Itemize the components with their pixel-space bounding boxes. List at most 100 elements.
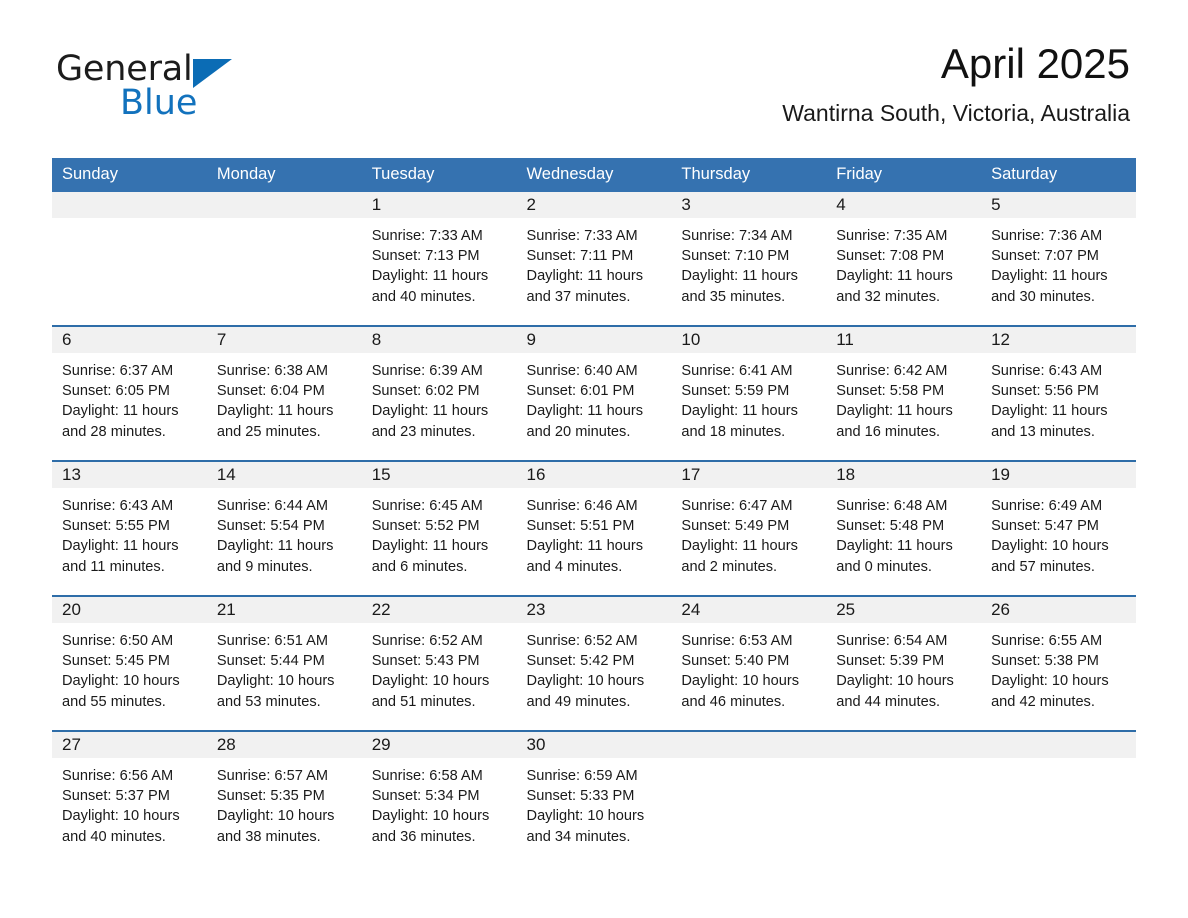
calendar-day-cell[interactable]: 16 Sunrise: 6:46 AM Sunset: 5:51 PM Dayligh… (516, 460, 672, 596)
sunrise-text: Sunrise: 7:35 AM (836, 228, 948, 244)
sunset-text: Sunset: 5:51 PM (526, 518, 635, 535)
day-details: Sunrise: 6:48 AM Sunset: 5:48 PM Daylight:… (826, 488, 981, 577)
calendar-day-cell[interactable]: 4 Sunrise: 7:35 AM Sunset: 7:08 PM Daylight… (826, 192, 982, 326)
sunrise-text: Sunrise: 6:59 AM (526, 768, 638, 784)
daylight-text-line1: Daylight: 10 hours (526, 808, 645, 825)
calendar-day-cell[interactable]: 13 Sunrise: 6:43 AM Sunset: 5:55 PM Dayligh… (52, 460, 207, 596)
calendar-day-cell[interactable]: 27 Sunrise: 6:56 AM Sunset: 5:37 PM Dayligh… (52, 730, 207, 865)
day-cell-inner: 8 Sunrise: 6:39 AM Sunset: 6:02 PM Daylight… (361, 327, 517, 460)
daylight-text-line1: Daylight: 10 hours (681, 673, 800, 690)
weekday-header-saturday: Saturday (981, 158, 1136, 192)
day-details: Sunrise: 6:59 AM Sunset: 5:33 PM Daylight:… (517, 758, 672, 847)
calendar-day-cell[interactable]: 10 Sunrise: 6:41 AM Sunset: 5:59 PM Dayligh… (671, 325, 827, 461)
calendar-table: Sunday Monday Tuesday Wednesday Thursday… (52, 158, 1136, 865)
day-cell-inner (206, 192, 362, 325)
calendar-day-cell[interactable]: 1 Sunrise: 7:33 AM Sunset: 7:13 PM Daylight… (361, 192, 517, 326)
sunset-text: Sunset: 5:55 PM (62, 518, 170, 535)
calendar-day-cell[interactable]: 8 Sunrise: 6:39 AM Sunset: 6:02 PM Daylight… (361, 325, 517, 461)
calendar-day-cell[interactable]: 30 Sunrise: 6:59 AM Sunset: 5:33 PM Dayligh… (516, 730, 672, 865)
daylight-text-line1: Daylight: 11 hours (836, 538, 953, 555)
calendar-day-cell[interactable]: 6 Sunrise: 6:37 AM Sunset: 6:05 PM Daylight… (52, 325, 207, 461)
calendar-day-cell[interactable]: 22 Sunrise: 6:52 AM Sunset: 5:43 PM Dayligh… (361, 595, 517, 731)
calendar-day-cell[interactable]: 2 Sunrise: 7:33 AM Sunset: 7:11 PM Daylight… (516, 192, 672, 326)
weekday-header-tuesday: Tuesday (361, 158, 517, 192)
calendar-day-cell[interactable]: 28 Sunrise: 6:57 AM Sunset: 5:35 PM Dayligh… (206, 730, 362, 865)
day-number: 23 (516, 597, 672, 623)
day-details: Sunrise: 7:36 AM Sunset: 7:07 PM Daylight:… (981, 218, 1136, 307)
daylight-text-line2: and 55 minutes. (62, 693, 166, 710)
calendar-week-row: 13 Sunrise: 6:43 AM Sunset: 5:55 PM Dayligh… (52, 460, 1136, 596)
day-details: Sunrise: 6:41 AM Sunset: 5:59 PM Daylight:… (671, 353, 826, 442)
daylight-text-line1: Daylight: 10 hours (62, 808, 180, 825)
day-cell-inner: 19 Sunrise: 6:49 AM Sunset: 5:47 PM Dayligh… (981, 462, 1136, 595)
logo-triangle-icon (192, 59, 232, 88)
daylight-text-line2: and 35 minutes. (681, 288, 786, 305)
calendar-day-cell[interactable]: 17 Sunrise: 6:47 AM Sunset: 5:49 PM Dayligh… (671, 460, 827, 596)
sunset-text: Sunset: 6:01 PM (526, 383, 635, 400)
daylight-text-line1: Daylight: 11 hours (681, 403, 798, 420)
weekday-header-friday: Friday (826, 158, 982, 192)
logo-line-general: General (56, 52, 316, 90)
daylight-text-line2: and 40 minutes. (62, 828, 166, 845)
calendar-day-cell[interactable]: 5 Sunrise: 7:36 AM Sunset: 7:07 PM Daylight… (981, 192, 1136, 326)
day-details: Sunrise: 7:33 AM Sunset: 7:13 PM Daylight:… (362, 218, 517, 307)
day-cell-inner: 25 Sunrise: 6:54 AM Sunset: 5:39 PM Dayligh… (826, 597, 982, 730)
day-number: 14 (206, 462, 362, 488)
calendar-day-cell[interactable]: 3 Sunrise: 7:34 AM Sunset: 7:10 PM Daylight… (671, 192, 827, 326)
daylight-text-line1: Daylight: 10 hours (371, 808, 490, 825)
calendar-page: General Blue April 2025 Wantirna South, … (0, 0, 1188, 918)
calendar-day-cell[interactable]: 21 Sunrise: 6:51 AM Sunset: 5:44 PM Dayligh… (206, 595, 362, 731)
day-cell-inner: 9 Sunrise: 6:40 AM Sunset: 6:01 PM Daylight… (516, 327, 672, 460)
daylight-text-line2: and 18 minutes. (681, 423, 786, 440)
day-number: 15 (361, 462, 517, 488)
daylight-text-line1: Daylight: 10 hours (991, 673, 1109, 690)
calendar-day-cell[interactable]: 15 Sunrise: 6:45 AM Sunset: 5:52 PM Dayligh… (361, 460, 517, 596)
sunset-text: Sunset: 7:13 PM (371, 248, 480, 265)
day-cell-inner: 21 Sunrise: 6:51 AM Sunset: 5:44 PM Dayligh… (206, 597, 362, 730)
page-title: April 2025 (940, 40, 1130, 87)
calendar-day-cell[interactable]: 23 Sunrise: 6:52 AM Sunset: 5:42 PM Dayligh… (516, 595, 672, 731)
sunset-text: Sunset: 5:54 PM (216, 518, 325, 535)
day-cell-inner: 3 Sunrise: 7:34 AM Sunset: 7:10 PM Daylight… (671, 192, 827, 325)
calendar-day-cell[interactable]: 25 Sunrise: 6:54 AM Sunset: 5:39 PM Dayligh… (826, 595, 982, 731)
day-details: Sunrise: 6:45 AM Sunset: 5:52 PM Daylight:… (362, 488, 517, 577)
calendar-day-cell[interactable]: 7 Sunrise: 6:38 AM Sunset: 6:04 PM Daylight… (206, 325, 362, 461)
daylight-text-line2: and 13 minutes. (991, 423, 1095, 440)
day-number: 8 (361, 327, 517, 353)
calendar-day-cell[interactable]: 26 Sunrise: 6:55 AM Sunset: 5:38 PM Dayligh… (981, 595, 1136, 731)
calendar-day-cell[interactable]: 11 Sunrise: 6:42 AM Sunset: 5:58 PM Dayligh… (826, 325, 982, 461)
day-cell-inner: 17 Sunrise: 6:47 AM Sunset: 5:49 PM Dayligh… (671, 462, 827, 595)
calendar-day-cell[interactable]: 29 Sunrise: 6:58 AM Sunset: 5:34 PM Dayligh… (361, 730, 517, 865)
calendar-day-cell[interactable]: 20 Sunrise: 6:50 AM Sunset: 5:45 PM Dayligh… (52, 595, 207, 731)
calendar-day-cell[interactable]: 19 Sunrise: 6:49 AM Sunset: 5:47 PM Dayligh… (981, 460, 1136, 596)
day-cell-inner: 26 Sunrise: 6:55 AM Sunset: 5:38 PM Dayligh… (981, 597, 1136, 730)
day-cell-inner: 15 Sunrise: 6:45 AM Sunset: 5:52 PM Dayligh… (361, 462, 517, 595)
sunrise-text: Sunrise: 6:52 AM (371, 633, 483, 649)
daylight-text-line2: and 36 minutes. (371, 828, 476, 845)
daylight-text-line2: and 32 minutes. (836, 288, 941, 305)
sunrise-text: Sunrise: 7:33 AM (526, 228, 638, 244)
day-details: Sunrise: 6:37 AM Sunset: 6:05 PM Daylight:… (52, 353, 207, 442)
sunset-text: Sunset: 7:11 PM (526, 248, 634, 265)
day-number: 25 (826, 597, 982, 623)
sunset-text: Sunset: 6:04 PM (216, 383, 325, 400)
day-cell-inner: 7 Sunrise: 6:38 AM Sunset: 6:04 PM Daylight… (206, 327, 362, 460)
day-number: 11 (826, 327, 982, 353)
day-details: Sunrise: 6:51 AM Sunset: 5:44 PM Daylight:… (207, 623, 362, 712)
calendar-day-cell[interactable]: 12 Sunrise: 6:43 AM Sunset: 5:56 PM Dayligh… (981, 325, 1136, 461)
daylight-text-line2: and 9 minutes. (216, 558, 313, 575)
sunset-text: Sunset: 5:40 PM (681, 653, 790, 670)
daylight-text-line2: and 34 minutes. (526, 828, 631, 845)
calendar-day-cell[interactable]: 18 Sunrise: 6:48 AM Sunset: 5:48 PM Dayligh… (826, 460, 982, 596)
calendar-cell-empty (206, 192, 362, 326)
general-blue-logo[interactable]: General Blue (56, 52, 316, 122)
day-details: Sunrise: 6:49 AM Sunset: 5:47 PM Daylight:… (981, 488, 1136, 577)
sunrise-text: Sunrise: 6:50 AM (62, 633, 174, 649)
day-cell-inner (826, 732, 982, 865)
calendar-day-cell[interactable]: 24 Sunrise: 6:53 AM Sunset: 5:40 PM Dayligh… (671, 595, 827, 731)
day-number: 3 (671, 192, 827, 218)
calendar-day-cell[interactable]: 9 Sunrise: 6:40 AM Sunset: 6:01 PM Daylight… (516, 325, 672, 461)
day-cell-inner: 24 Sunrise: 6:53 AM Sunset: 5:40 PM Dayligh… (671, 597, 827, 730)
calendar-day-cell[interactable]: 14 Sunrise: 6:44 AM Sunset: 5:54 PM Dayligh… (206, 460, 362, 596)
daylight-text-line1: Daylight: 10 hours (216, 808, 335, 825)
